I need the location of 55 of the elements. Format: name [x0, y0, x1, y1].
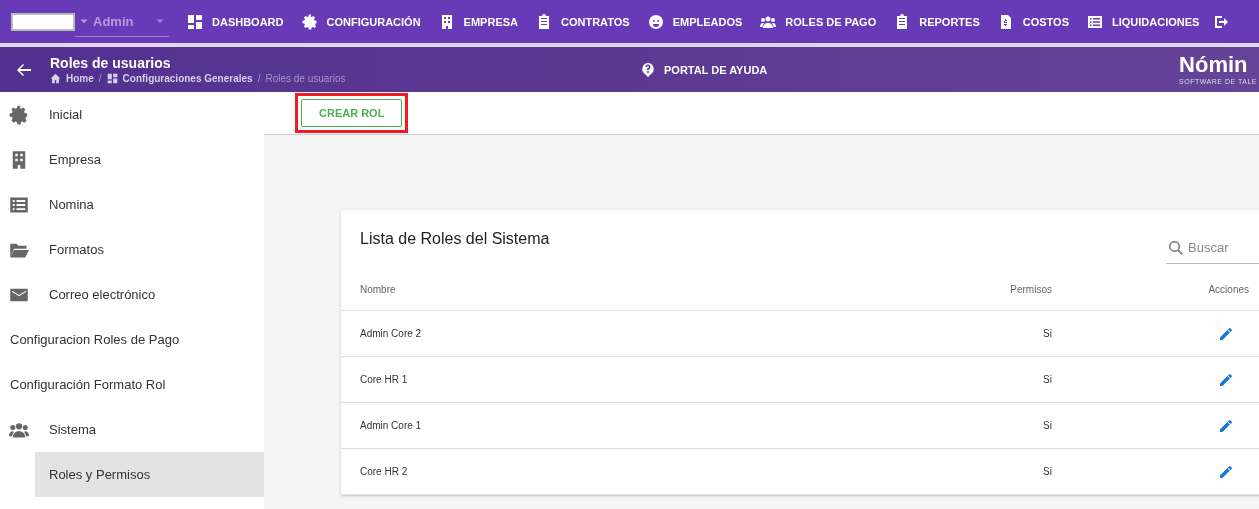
table-cell: Si [1043, 374, 1052, 385]
gear-icon [9, 104, 29, 125]
column-header: Nombre [360, 283, 396, 295]
nav-item[interactable]: EMPLEADOS [641, 13, 749, 30]
list-icon [1087, 13, 1103, 30]
sidebar-item[interactable]: Roles y Permisos [35, 452, 264, 497]
nav-item[interactable]: LIQUIDACIONES [1081, 13, 1206, 30]
sidebar-item[interactable]: Formatos [0, 227, 264, 272]
sidebar-item[interactable]: Inicial [0, 92, 264, 137]
breadcrumb-link[interactable]: Configuraciones Generales [122, 73, 253, 84]
table-cell: Core HR 2 [360, 466, 408, 477]
search-icon [1168, 240, 1184, 256]
company-select[interactable] [11, 12, 75, 31]
nav-item[interactable]: ROLES DE PAGO [754, 13, 883, 30]
column-header: Permisos [1010, 283, 1052, 295]
edit-icon[interactable] [1218, 325, 1234, 342]
sidebar-item[interactable]: Sistema [0, 407, 264, 452]
sidebar-item[interactable]: Configuracion Roles de Pago [0, 317, 264, 362]
logout-icon[interactable] [1213, 13, 1230, 30]
edit-icon[interactable] [1218, 463, 1234, 480]
home-icon [50, 73, 61, 84]
column-header: Acciones [1208, 283, 1249, 295]
sidebar-item[interactable]: Configuración Formato Rol [0, 362, 264, 407]
dashboard-icon [106, 73, 118, 84]
nav-item[interactable]: COSTOS [991, 13, 1075, 30]
edit-icon[interactable] [1218, 417, 1234, 434]
card-title: Lista de Roles del Sistema [360, 230, 550, 248]
edit-icon[interactable] [1218, 371, 1234, 388]
dashboard-icon [187, 13, 203, 30]
nav-item[interactable]: CONFIGURACIÓN [295, 13, 427, 30]
table-cell: Admin Core 1 [360, 420, 422, 431]
table-cell: Si [1043, 420, 1052, 431]
gear-icon [301, 13, 318, 30]
clipboard-icon [536, 13, 552, 30]
table-cell: Admin Core 2 [360, 328, 422, 339]
nav-item[interactable]: REPORTES [888, 13, 986, 30]
sidebar-item[interactable]: Correo electrónico [0, 272, 264, 317]
table-cell: Si [1043, 466, 1052, 477]
sidebar-item[interactable]: Empresa [0, 137, 264, 182]
logo-name: Nómin [1179, 52, 1249, 78]
user-name: Admin [93, 13, 135, 29]
page-title: Roles de usuarios [50, 55, 172, 71]
sidebar-item[interactable]: Nomina [0, 182, 264, 227]
face-icon [647, 13, 664, 30]
table-cell: Si [1043, 328, 1052, 339]
nav-item[interactable]: DASHBOARD [181, 13, 290, 30]
help-portal-link[interactable]: PORTAL DE AYUDA [640, 61, 768, 78]
breadcrumb-separator: / [98, 73, 102, 84]
breadcrumb-link[interactable]: Home [66, 73, 94, 84]
nav-item[interactable]: CONTRATOS [530, 13, 636, 30]
nav-item[interactable]: EMPRESA [432, 13, 524, 30]
back-arrow-icon[interactable] [16, 61, 32, 78]
breadcrumb-separator: / [257, 73, 261, 84]
help-icon [640, 61, 656, 78]
table-cell: Core HR 1 [360, 374, 408, 385]
